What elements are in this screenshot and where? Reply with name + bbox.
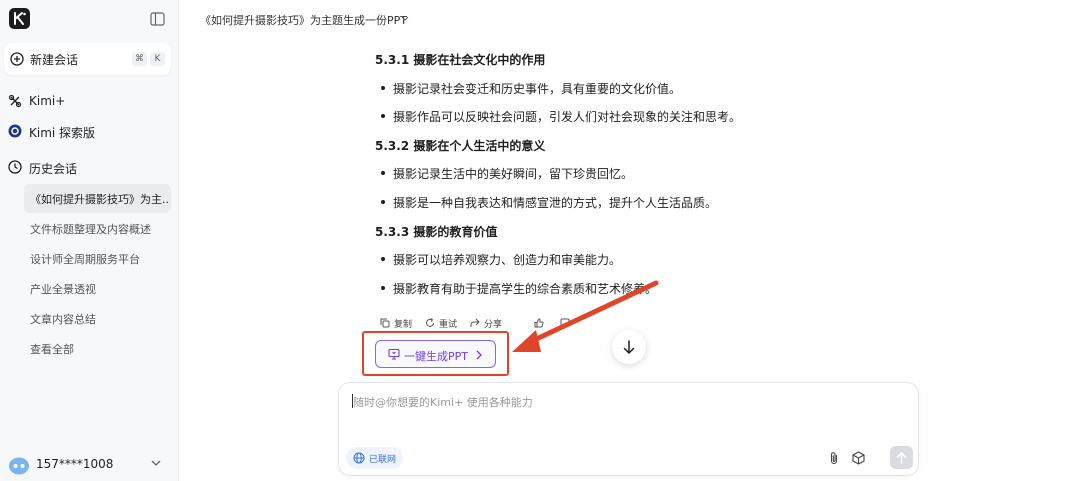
globe-icon xyxy=(353,452,365,464)
history-item[interactable]: 设计师全周期服务平台 xyxy=(24,244,171,273)
conversation-title[interactable]: 《如何提升摄影技巧》为主题生成一份PPT xyxy=(200,12,407,28)
user-name: 157****1008 xyxy=(36,457,114,471)
paperclip-icon[interactable] xyxy=(828,451,840,465)
sidebar: 新建会话 ⌘ K Kimi+ Kimi 探索版 历史会话 《如何提升摄影技巧》为… xyxy=(0,0,179,481)
chat-input-placeholder: 随时@你想要的Kimi+ 使用各种能力 xyxy=(353,396,533,409)
history-item[interactable]: 文章内容总结 xyxy=(24,304,171,333)
sidebar-item-kimi-plus[interactable]: Kimi+ xyxy=(8,91,168,113)
user-menu[interactable]: 157****1008 xyxy=(8,454,168,476)
shortcut-cmd-key: ⌘ xyxy=(132,52,147,66)
refresh-icon xyxy=(426,318,434,327)
thumbs-up-icon xyxy=(534,318,544,328)
kimi-plus-icon xyxy=(8,94,22,108)
kimi-logo-icon[interactable] xyxy=(9,8,30,29)
clock-icon xyxy=(8,160,22,174)
history-item[interactable]: 产业全景透视 xyxy=(24,274,171,303)
history-item[interactable]: 文件标题整理及内容概述 xyxy=(24,214,171,243)
arrow-up-icon xyxy=(896,451,907,464)
explore-icon xyxy=(8,124,22,138)
plus-circle-icon xyxy=(10,52,24,66)
view-all-label: 查看全部 xyxy=(30,343,74,356)
generate-ppt-button[interactable]: 一键生成PPT xyxy=(375,340,496,368)
history-item-label: 文件标题整理及内容概述 xyxy=(30,223,151,236)
send-button[interactable] xyxy=(890,446,913,469)
history-item[interactable]: 《如何提升摄影技巧》为主... xyxy=(24,184,171,213)
section-heading: 5.3.2 摄影在个人生活中的意义 xyxy=(375,139,546,153)
web-search-label: 已联网 xyxy=(369,455,397,465)
sidebar-item-history[interactable]: 历史会话 xyxy=(8,157,168,179)
arrow-down-icon xyxy=(623,340,635,355)
share-label: 分享 xyxy=(484,320,503,330)
copy-icon xyxy=(380,318,390,328)
section-heading: 5.3.3 摄影的教育价值 xyxy=(375,225,498,239)
retry-label: 重试 xyxy=(439,320,458,330)
new-chat-label: 新建会话 xyxy=(30,53,79,67)
share-icon xyxy=(470,318,480,327)
history-item-label: 文章内容总结 xyxy=(30,313,96,326)
sidebar-collapse-icon[interactable] xyxy=(150,11,165,26)
chevron-down-icon[interactable] xyxy=(150,458,162,468)
scroll-to-bottom-button[interactable] xyxy=(612,330,646,364)
copy-label: 复制 xyxy=(394,320,413,330)
history-item-label: 设计师全周期服务平台 xyxy=(30,253,140,266)
shortcut-k-key: K xyxy=(150,52,165,66)
section-heading: 5.3.1 摄影在社会文化中的作用 xyxy=(375,53,546,67)
cube-icon[interactable] xyxy=(852,451,865,465)
avatar xyxy=(9,457,29,475)
chevron-down-icon[interactable] xyxy=(400,15,410,23)
generate-ppt-label: 一键生成PPT xyxy=(404,350,468,363)
sidebar-item-kimi-explore[interactable]: Kimi 探索版 xyxy=(8,121,168,143)
web-search-toggle[interactable]: 已联网 xyxy=(346,447,403,469)
sidebar-item-label: Kimi+ xyxy=(29,94,66,108)
presentation-icon xyxy=(388,348,400,360)
sidebar-item-label: Kimi 探索版 xyxy=(29,126,96,140)
chevron-right-icon xyxy=(476,350,482,360)
history-item-label: 产业全景透视 xyxy=(30,283,96,296)
chat-input-box[interactable]: 随时@你想要的Kimi+ 使用各种能力 已联网 xyxy=(338,382,919,476)
history-item-label: 《如何提升摄影技巧》为主... xyxy=(30,193,168,206)
comment-icon xyxy=(560,318,570,326)
sidebar-item-label: 历史会话 xyxy=(29,162,78,176)
new-chat-button[interactable]: 新建会话 ⌘ K xyxy=(4,43,171,75)
view-all-link[interactable]: 查看全部 xyxy=(24,334,171,363)
